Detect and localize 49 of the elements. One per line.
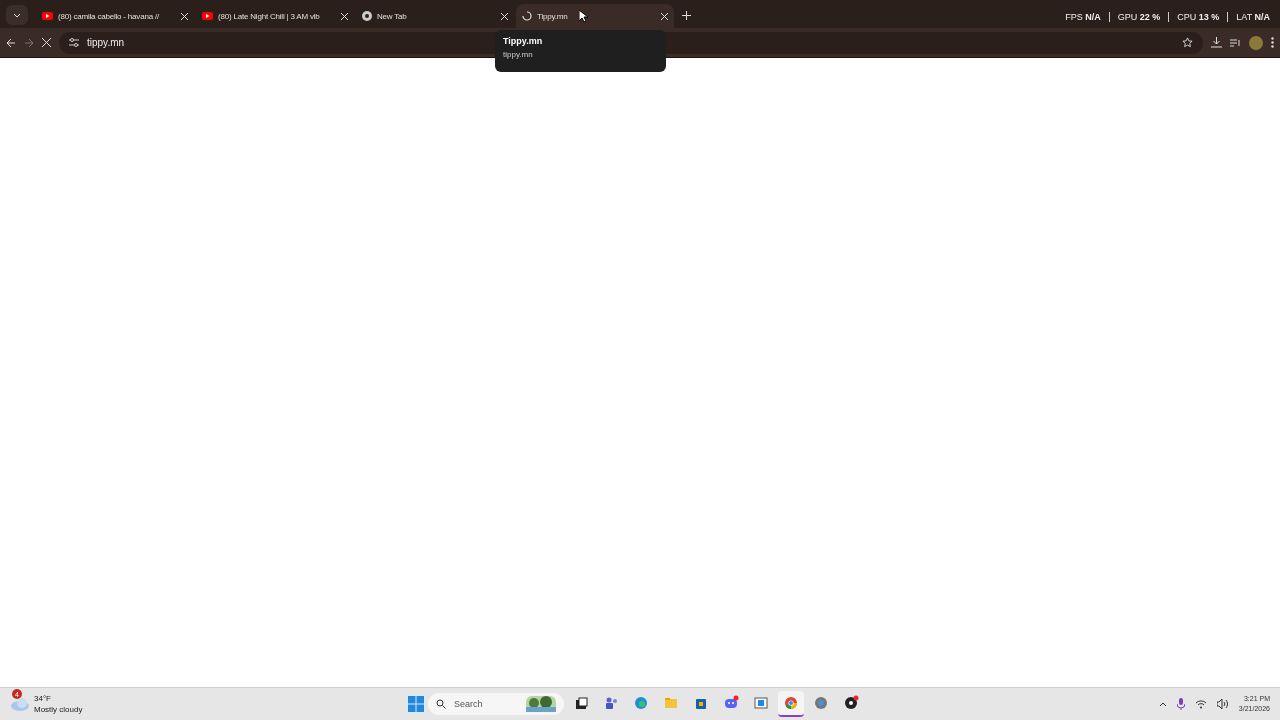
- weather-condition: Mostly cloudy: [34, 704, 83, 715]
- file-manager-icon: [573, 695, 589, 711]
- loading-spinner-icon: [522, 11, 532, 21]
- speaker-icon[interactable]: [1216, 699, 1229, 709]
- record-disc-icon: [843, 695, 859, 711]
- browser-tab[interactable]: (80) Late Night Chill | 3 AM vib: [196, 4, 354, 28]
- browser-logo-icon: [362, 11, 372, 21]
- chevron-up-icon[interactable]: [1158, 701, 1167, 707]
- browser-tab[interactable]: (80) camila cabello - havana //: [36, 4, 194, 28]
- browser-tab[interactable]: New Tab: [356, 4, 514, 28]
- browser-wave-icon: [633, 695, 649, 711]
- performance-stat: GPU 22 %: [1108, 12, 1161, 22]
- wifi-icon[interactable]: [1194, 699, 1207, 709]
- download-icon[interactable]: [1211, 37, 1222, 48]
- forward-icon[interactable]: [24, 37, 34, 48]
- search-field[interactable]: Search: [428, 693, 564, 715]
- tooltip-title: Tippy.mn: [503, 36, 544, 46]
- site-settings-icon[interactable]: [69, 38, 79, 47]
- new-tab-icon[interactable]: [682, 11, 691, 20]
- chevron-down-icon: [13, 12, 21, 18]
- close-icon[interactable]: [181, 12, 188, 20]
- performance-stat: CPU 13 %: [1168, 12, 1220, 22]
- close-icon[interactable]: [501, 12, 508, 20]
- browser-logo-icon: [783, 695, 799, 711]
- people-icon: [603, 695, 619, 711]
- bookmark-star-icon[interactable]: [1182, 37, 1193, 48]
- microphone-icon[interactable]: [1176, 698, 1185, 710]
- menu-icon[interactable]: [1271, 37, 1274, 48]
- stop-icon[interactable]: [42, 38, 51, 47]
- back-icon[interactable]: [6, 37, 16, 48]
- folder-icon: [663, 695, 679, 711]
- windows-start-icon[interactable]: [408, 696, 424, 712]
- performance-stat: LAT N/A: [1227, 12, 1270, 22]
- close-icon[interactable]: [341, 12, 348, 20]
- window-icon: [753, 695, 769, 711]
- profile-avatar-icon[interactable]: [1249, 35, 1263, 50]
- search-icon: [436, 699, 446, 709]
- video-play-icon: [42, 12, 53, 20]
- settings-icon: [813, 695, 829, 711]
- performance-stat: FPS N/A: [1064, 12, 1101, 22]
- browser-tab[interactable]: Tippy.mn: [516, 4, 674, 28]
- video-play-icon: [202, 12, 213, 20]
- chat-bot-icon: [723, 695, 739, 711]
- mouse-cursor-icon: [579, 10, 588, 23]
- close-icon[interactable]: [661, 12, 668, 20]
- media-queue-icon[interactable]: [1230, 37, 1241, 48]
- temperature: 34°F: [34, 693, 52, 704]
- tooltip-url: tippy.mn: [503, 50, 534, 59]
- cloud-icon: [10, 697, 30, 711]
